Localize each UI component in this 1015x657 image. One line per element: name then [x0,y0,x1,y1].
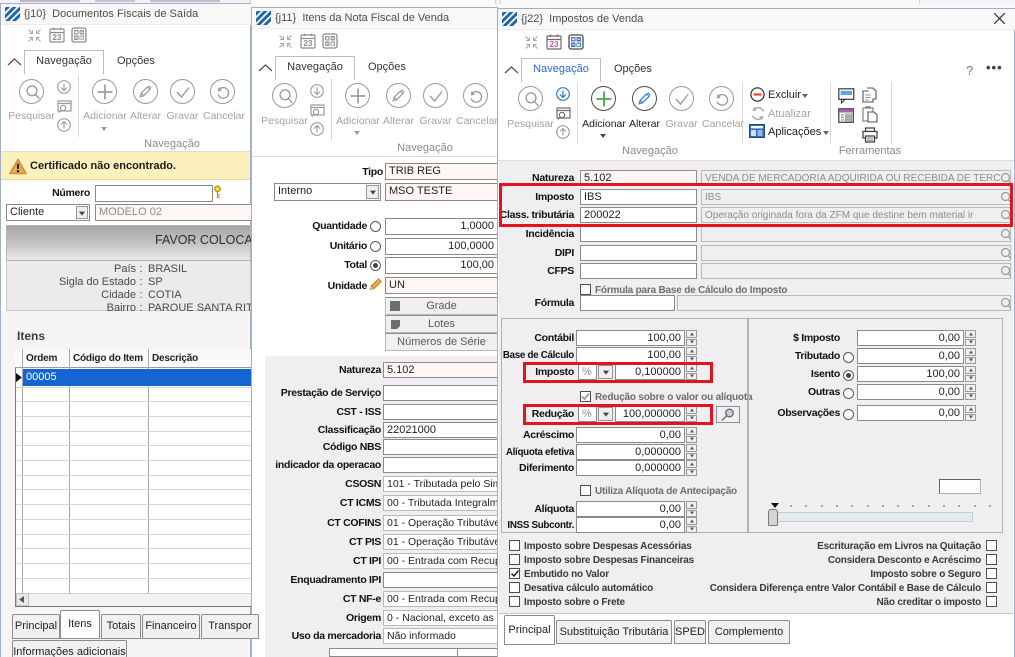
svg-text:23: 23 [53,33,62,42]
svg-text:23: 23 [550,40,559,49]
svg-text:23: 23 [304,39,313,48]
